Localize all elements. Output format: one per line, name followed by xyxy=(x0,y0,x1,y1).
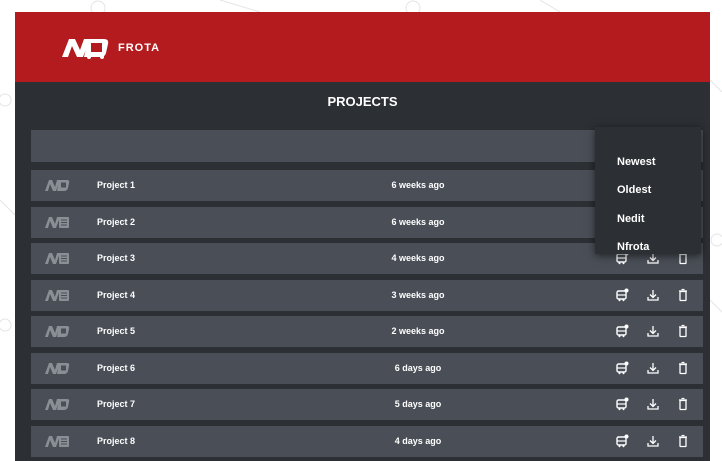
app-window: FROTA PROJECTS Project 1 6 weeks ago Proje… xyxy=(15,12,710,461)
nd-logo-thumb-icon xyxy=(44,325,70,338)
bus-settings-icon[interactable] xyxy=(615,324,629,338)
download-icon[interactable] xyxy=(646,434,660,448)
project-row[interactable]: Project 4 3 weeks ago xyxy=(31,280,703,311)
download-icon[interactable] xyxy=(646,397,660,411)
nd-edit-thumb-icon xyxy=(44,289,70,302)
project-name[interactable]: Project 1 xyxy=(97,180,135,190)
trash-icon[interactable] xyxy=(676,397,690,411)
download-icon[interactable] xyxy=(646,361,660,375)
sort-dropdown-menu: Newest Oldest Nedit Nfrota xyxy=(595,127,701,254)
bus-settings-icon[interactable] xyxy=(615,361,629,375)
download-icon[interactable] xyxy=(646,324,660,338)
project-name[interactable]: Project 6 xyxy=(97,363,135,373)
trash-icon[interactable] xyxy=(676,288,690,302)
nd-logo-thumb-icon xyxy=(44,362,70,375)
project-modified-time: 6 weeks ago xyxy=(391,217,445,227)
page-title: PROJECTS xyxy=(327,94,398,109)
project-name[interactable]: Project 3 xyxy=(97,253,135,263)
project-row[interactable]: Project 6 6 days ago xyxy=(31,353,703,384)
nd-edit-thumb-icon xyxy=(44,252,70,265)
trash-icon[interactable] xyxy=(676,324,690,338)
sort-option-oldest[interactable]: Oldest xyxy=(617,184,651,196)
bus-settings-icon[interactable] xyxy=(615,397,629,411)
project-modified-time: 6 days ago xyxy=(394,363,442,373)
project-name[interactable]: Project 5 xyxy=(97,326,135,336)
project-modified-time: 6 weeks ago xyxy=(391,180,445,190)
nd-logo-thumb-icon xyxy=(44,398,70,411)
project-row[interactable]: Project 5 2 weeks ago xyxy=(31,316,703,347)
trash-icon[interactable] xyxy=(676,361,690,375)
project-name[interactable]: Project 4 xyxy=(97,290,135,300)
project-name[interactable]: Project 2 xyxy=(97,217,135,227)
project-name[interactable]: Project 7 xyxy=(97,399,135,409)
sort-option-newest[interactable]: Newest xyxy=(617,156,656,168)
sort-option-nfrota[interactable]: Nfrota xyxy=(617,241,649,253)
bus-settings-icon[interactable] xyxy=(615,288,629,302)
project-row[interactable]: Project 7 5 days ago xyxy=(31,389,703,420)
project-modified-time: 3 weeks ago xyxy=(391,290,445,300)
nd-logo-icon[interactable] xyxy=(60,37,110,59)
project-modified-time: 5 days ago xyxy=(394,399,442,409)
sort-option-nedit[interactable]: Nedit xyxy=(617,213,645,225)
nd-logo-thumb-icon xyxy=(44,179,70,192)
nd-edit-thumb-icon xyxy=(44,435,70,448)
nd-edit-thumb-icon xyxy=(44,216,70,229)
top-bar: FROTA xyxy=(15,12,710,82)
project-name[interactable]: Project 8 xyxy=(97,436,135,446)
project-row[interactable]: Project 8 4 days ago xyxy=(31,426,703,457)
brand-name: FROTA xyxy=(118,42,161,54)
download-icon[interactable] xyxy=(646,288,660,302)
project-modified-time: 4 days ago xyxy=(394,436,442,446)
project-modified-time: 4 weeks ago xyxy=(391,253,445,263)
trash-icon[interactable] xyxy=(676,434,690,448)
project-modified-time: 2 weeks ago xyxy=(391,326,445,336)
bus-settings-icon[interactable] xyxy=(615,434,629,448)
